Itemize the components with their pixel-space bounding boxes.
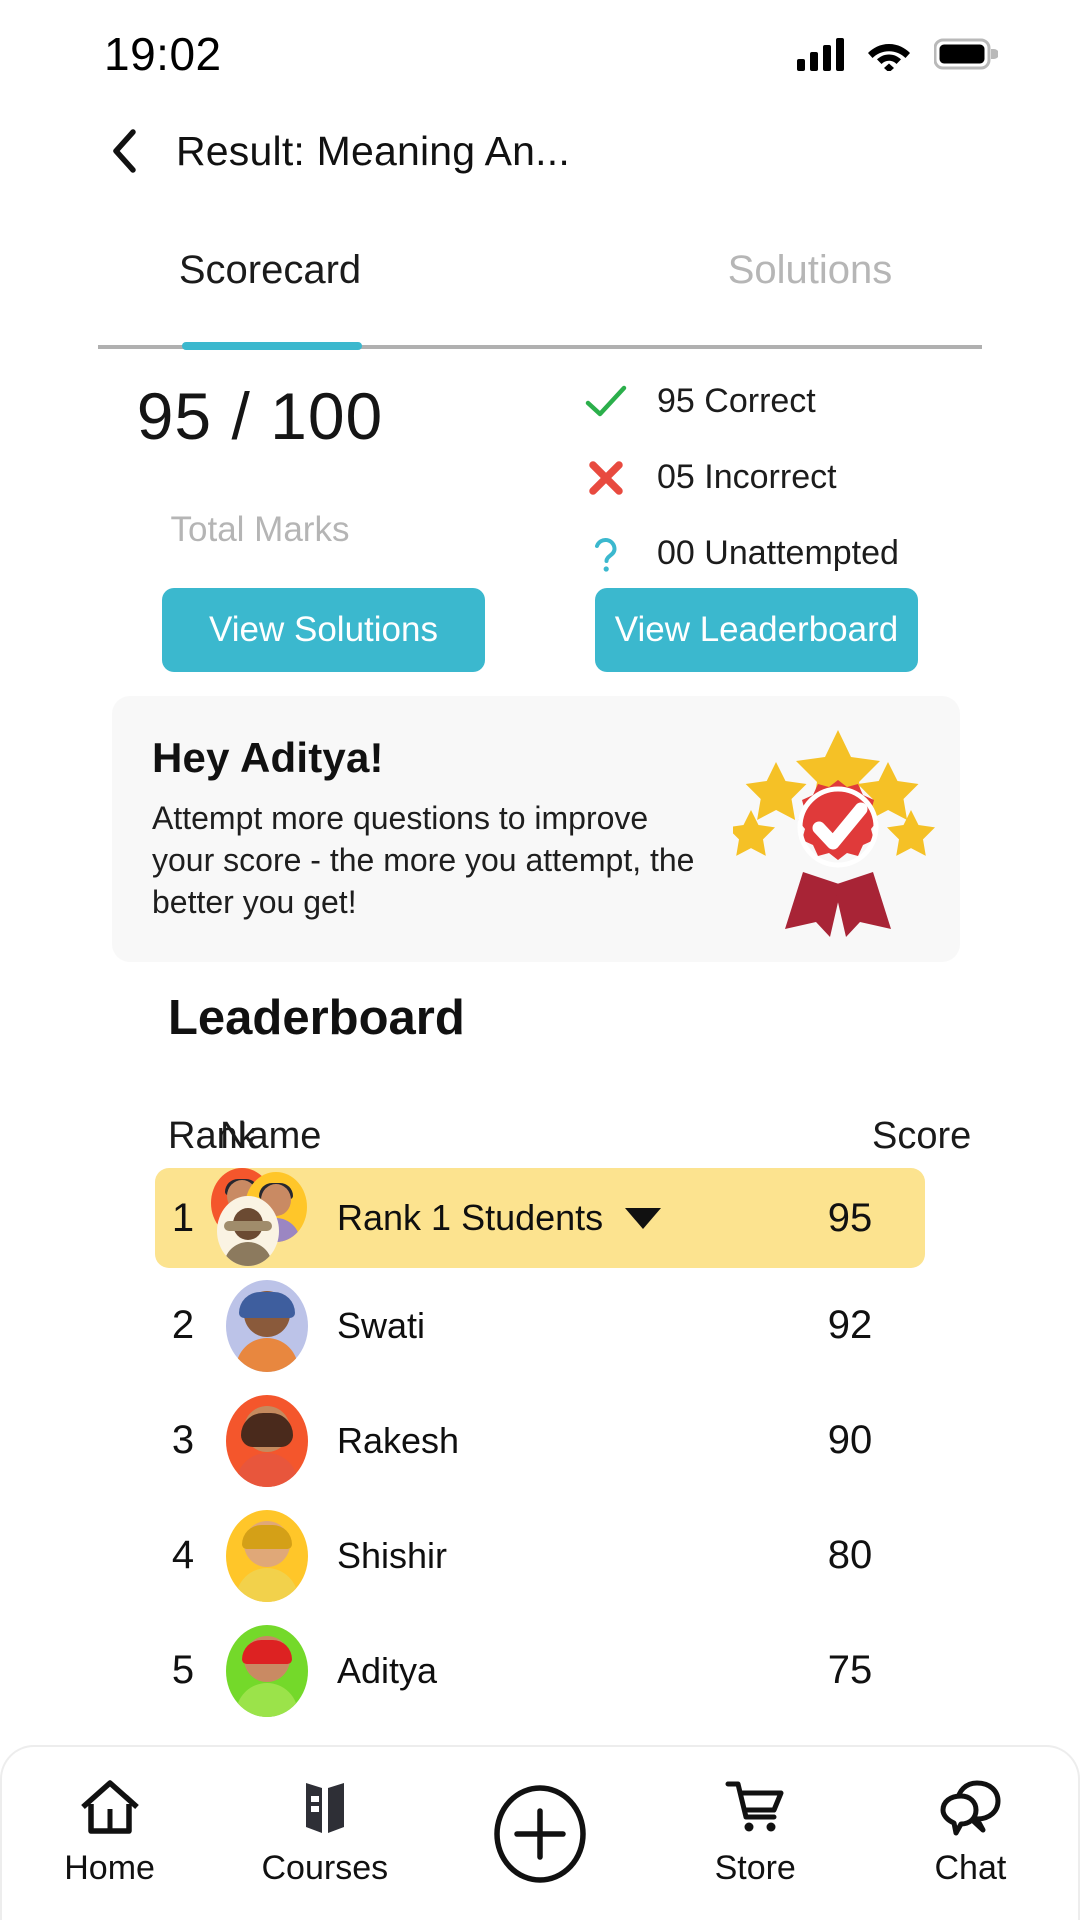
nav-item-add[interactable] xyxy=(432,1784,647,1884)
score-caption: Total Marks xyxy=(170,510,350,549)
award-badge-icon xyxy=(715,707,960,952)
row-score: 95 xyxy=(827,1195,873,1240)
motivation-card-text: Hey Aditya! Attempt more questions to im… xyxy=(112,734,715,924)
row-rank: 3 xyxy=(171,1418,195,1462)
motivation-card-title: Hey Aditya! xyxy=(152,734,384,782)
row-name-cell: Swati xyxy=(323,1305,775,1347)
cellular-signal-icon xyxy=(797,37,844,71)
avatar xyxy=(211,1509,323,1602)
battery-full-icon xyxy=(934,38,998,70)
avatar xyxy=(211,1168,323,1268)
column-header-rank: Rank xyxy=(168,1114,257,1157)
leaderboard-title: Leaderboard xyxy=(168,991,465,1045)
row-name: Rakesh xyxy=(337,1419,460,1461)
navigation-bar: Result: Meaning An... xyxy=(0,108,1080,194)
page-title: Result: Meaning An... xyxy=(176,127,570,174)
avatar-swati xyxy=(226,1279,308,1372)
wifi-icon xyxy=(868,44,910,71)
view-leaderboard-button[interactable]: View Leaderboard xyxy=(595,588,918,672)
app-screen: 19:02 Result: Meaning An... Scorecard So… xyxy=(0,0,1080,1920)
stat-unattempted-label: Unattempted xyxy=(704,534,899,572)
table-row[interactable]: 3 Rakesh 90 xyxy=(155,1383,925,1498)
status-icons xyxy=(797,37,998,71)
table-row[interactable]: 4 Shishir 80 xyxy=(155,1498,925,1613)
tab-active-indicator xyxy=(182,342,362,350)
row-rank: 2 xyxy=(171,1303,195,1347)
stat-correct-label: Correct xyxy=(704,382,816,420)
tab-solutions[interactable]: Solutions xyxy=(540,225,1080,315)
stat-incorrect-count: 05 xyxy=(657,458,695,496)
leaderboard-rows: 1 Rank 1 Students 95 2 Swati 92 3 Rakesh… xyxy=(0,1168,1080,1728)
stats-list: 95 Correct 05 Incorrect 00 Unattempted xyxy=(520,370,1080,575)
row-score: 80 xyxy=(827,1533,873,1577)
stat-unattempted: 00 Unattempted xyxy=(585,532,1080,575)
row-name: Rank 1 Students xyxy=(337,1197,604,1238)
cross-icon xyxy=(585,459,627,497)
bottom-navigation: Home Courses Store Chat xyxy=(0,1745,1080,1920)
column-header-score: Score xyxy=(872,1114,972,1157)
row-name-cell: Shishir xyxy=(323,1535,775,1577)
row-name-cell: Rakesh xyxy=(323,1420,775,1462)
nav-item-store[interactable]: Store xyxy=(648,1779,863,1888)
avatar-aditya xyxy=(226,1624,308,1717)
row-rank: 1 xyxy=(171,1195,195,1240)
action-buttons: View Solutions View Leaderboard xyxy=(0,588,1080,672)
nav-item-chat[interactable]: Chat xyxy=(863,1779,1078,1888)
avatar xyxy=(211,1279,323,1372)
row-name-cell: Aditya xyxy=(323,1650,775,1692)
table-row[interactable]: 5 Aditya 75 xyxy=(155,1613,925,1728)
row-score: 90 xyxy=(827,1418,873,1462)
motivation-card-body: Attempt more questions to improve your s… xyxy=(152,800,695,920)
stat-unattempted-count: 00 xyxy=(657,534,695,572)
row-name: Aditya xyxy=(337,1649,438,1691)
chat-bubbles-icon xyxy=(940,1780,1001,1836)
avatar xyxy=(211,1394,323,1487)
home-icon xyxy=(80,1780,139,1834)
group-avatar xyxy=(211,1168,323,1268)
row-name: Shishir xyxy=(337,1534,448,1576)
avatar xyxy=(211,1624,323,1717)
leaderboard-header: Rank Name Score xyxy=(0,1105,1080,1167)
score-value: 95 / 100 xyxy=(136,379,384,453)
stat-incorrect-label: Incorrect xyxy=(704,458,837,496)
nav-label-home: Home xyxy=(64,1849,155,1887)
row-score: 92 xyxy=(827,1303,873,1347)
total-marks-block: 95 / 100 Total Marks xyxy=(0,370,520,575)
nav-item-home[interactable]: Home xyxy=(2,1779,217,1888)
status-bar: 19:02 xyxy=(0,0,1080,108)
avatar-shishir xyxy=(226,1509,308,1602)
motivation-card: Hey Aditya! Attempt more questions to im… xyxy=(112,696,960,962)
avatar-rakesh xyxy=(226,1394,308,1487)
row-name-cell: Rank 1 Students xyxy=(323,1197,775,1239)
cart-icon xyxy=(725,1781,784,1832)
column-header-name: Name xyxy=(220,1114,322,1157)
tab-scorecard[interactable]: Scorecard xyxy=(0,225,540,315)
stat-incorrect: 05 Incorrect xyxy=(585,456,1080,499)
plus-circle-icon xyxy=(494,1784,586,1883)
nav-label-store: Store xyxy=(714,1849,796,1887)
stat-correct: 95 Correct xyxy=(585,380,1080,423)
nav-item-courses[interactable]: Courses xyxy=(217,1779,432,1888)
back-button[interactable] xyxy=(108,129,142,173)
score-summary: 95 / 100 Total Marks 95 Correct 05 Incor… xyxy=(0,370,1080,575)
row-score: 75 xyxy=(827,1648,873,1692)
tab-bar: Scorecard Solutions xyxy=(0,225,1080,350)
view-solutions-button[interactable]: View Solutions xyxy=(162,588,485,672)
question-icon xyxy=(585,533,627,575)
status-clock: 19:02 xyxy=(104,28,222,80)
row-rank: 5 xyxy=(171,1648,195,1692)
check-icon xyxy=(585,385,627,419)
table-row[interactable]: 2 Swati 92 xyxy=(155,1268,925,1383)
nav-label-chat: Chat xyxy=(934,1849,1007,1887)
book-icon xyxy=(305,1783,344,1833)
chevron-left-icon xyxy=(113,129,136,173)
row-name: Swati xyxy=(337,1304,426,1346)
caret-down-icon[interactable] xyxy=(625,1207,662,1229)
row-rank: 4 xyxy=(171,1533,195,1577)
stat-correct-count: 95 xyxy=(657,382,695,420)
nav-label-courses: Courses xyxy=(261,1849,389,1887)
table-row[interactable]: 1 Rank 1 Students 95 xyxy=(155,1168,925,1268)
